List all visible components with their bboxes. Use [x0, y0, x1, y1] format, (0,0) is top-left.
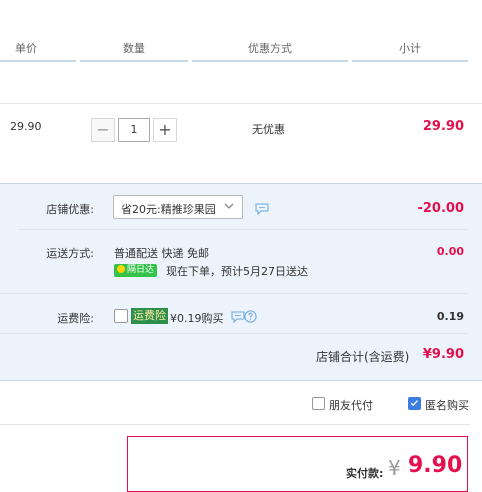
item-discount-text: 无优惠 — [252, 123, 285, 136]
decrease-quantity-button[interactable]: − — [91, 118, 115, 142]
insurance-tag: 运费险 — [131, 308, 168, 324]
cart-table-header: 单价 数量 优惠方式 小计 — [0, 38, 482, 62]
header-underline — [0, 60, 76, 62]
shop-promo-amount: -20.00 — [417, 201, 464, 216]
question-circle-icon[interactable] — [244, 310, 257, 323]
shipping-amount: 0.00 — [436, 245, 464, 258]
insurance-checkbox[interactable] — [114, 309, 128, 323]
divider-gap — [0, 229, 18, 230]
next-day-badge: 隔日达 — [114, 264, 157, 277]
shop-promo-select[interactable]: 省20元:精推珍果园 — [113, 195, 243, 219]
cart-item-row — [0, 103, 482, 182]
chat-bubble-icon[interactable] — [231, 311, 245, 323]
insurance-label: 运费险: — [57, 312, 94, 325]
checkmark-icon — [410, 400, 418, 407]
header-unit-price: 单价 — [15, 42, 37, 55]
anonymous-label[interactable]: 匿名购买 — [425, 397, 469, 413]
header-underline — [192, 60, 348, 62]
payment-currency: ¥ — [388, 456, 401, 480]
header-quantity: 数量 — [123, 42, 145, 55]
delivery-estimate: 现在下单，预计5月27日送达 — [166, 265, 308, 278]
shipping-label: 运送方式: — [46, 247, 94, 260]
friend-pay-checkbox[interactable] — [312, 397, 325, 410]
divider — [0, 333, 469, 334]
header-discount: 优惠方式 — [248, 42, 292, 55]
payment-label: 实付款: — [346, 467, 384, 480]
shop-total-label: 店铺合计(含运费) — [316, 350, 410, 364]
divider — [0, 293, 469, 294]
insurance-price: ¥0.19购买 — [170, 312, 224, 325]
chevron-down-icon — [224, 203, 234, 209]
divider — [0, 229, 469, 230]
quantity-stepper: − 1 + — [91, 118, 177, 142]
header-subtotal: 小计 — [399, 42, 421, 55]
quantity-input[interactable]: 1 — [118, 118, 150, 142]
shop-promo-label: 店铺优惠: — [46, 203, 94, 216]
insurance-amount: 0.19 — [436, 310, 464, 323]
friend-pay-label[interactable]: 朋友代付 — [329, 397, 373, 413]
shop-promo-selected: 省20元:精推珍果园 — [121, 203, 216, 216]
item-unit-price: 29.90 — [10, 120, 42, 133]
shipping-method: 普通配送 快递 免邮 — [114, 247, 209, 260]
header-underline — [80, 60, 188, 62]
lightning-icon — [117, 265, 125, 273]
next-day-badge-text: 隔日达 — [127, 265, 155, 275]
divider — [0, 424, 470, 425]
header-underline — [352, 60, 468, 62]
anonymous-checkbox[interactable] — [408, 397, 421, 410]
item-subtotal: 29.90 — [422, 119, 464, 134]
chat-bubble-icon[interactable] — [255, 203, 269, 215]
shop-total-amount: ¥9.90 — [422, 347, 464, 362]
increase-quantity-button[interactable]: + — [153, 118, 177, 142]
payment-amount: 9.90 — [408, 453, 463, 478]
